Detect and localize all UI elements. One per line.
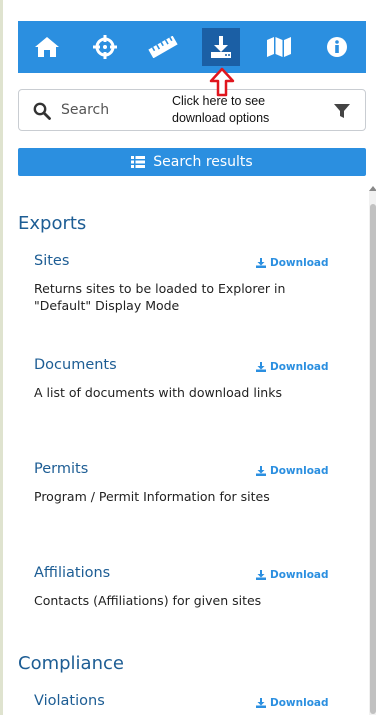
export-title-documents: Documents (34, 357, 117, 373)
download-callout: Click here to see download options (172, 93, 269, 127)
search-results-label: Search results (153, 154, 253, 170)
list-icon (131, 156, 146, 168)
measure-button[interactable] (134, 21, 192, 73)
export-title-affiliations: Affiliations (34, 565, 111, 581)
map-icon (267, 37, 291, 57)
map-edge (0, 0, 3, 715)
download-link-affiliations[interactable]: Download (256, 569, 329, 581)
search-results-button[interactable]: Search results (18, 148, 366, 176)
export-desc-permits: Program / Permit Information for sites (34, 489, 270, 504)
download-icon (256, 466, 266, 476)
ruler-icon (148, 36, 178, 58)
download-label: Download (270, 465, 329, 477)
download-link-violations[interactable]: Download (256, 697, 329, 709)
info-icon (327, 37, 347, 57)
download-icon (256, 258, 266, 268)
download-label: Download (270, 257, 329, 269)
export-desc-affiliations: Contacts (Affiliations) for given sites (34, 593, 262, 608)
download-label: Download (270, 361, 329, 373)
download-icon (211, 36, 231, 58)
download-icon (256, 570, 266, 580)
download-label: Download (270, 697, 329, 709)
basemap-button[interactable] (250, 21, 308, 73)
info-button[interactable] (308, 21, 366, 73)
download-link-permits[interactable]: Download (256, 465, 329, 477)
locate-button[interactable] (76, 21, 134, 73)
compliance-heading: Compliance (18, 653, 124, 674)
export-title-sites: Sites (34, 253, 70, 269)
search-input[interactable]: Search (61, 102, 109, 118)
download-icon (256, 362, 266, 372)
callout-line-1: Click here to see (172, 94, 266, 108)
download-link-sites[interactable]: Download (256, 257, 329, 269)
download-icon (256, 698, 266, 708)
compliance-title-violations: Violations (34, 693, 105, 709)
home-button[interactable] (18, 21, 76, 73)
download-link-documents[interactable]: Download (256, 361, 329, 373)
filter-icon[interactable] (333, 102, 351, 120)
crosshair-icon (93, 35, 117, 59)
scrollbar-thumb[interactable] (370, 204, 376, 714)
export-title-permits: Permits (34, 461, 89, 477)
side-panel: Search Click here to see download option… (0, 0, 376, 715)
export-desc-documents: A list of documents with download links (34, 385, 282, 400)
search-icon (33, 102, 51, 120)
scroll-up-arrow-icon[interactable] (369, 186, 376, 191)
download-button[interactable] (202, 28, 240, 66)
home-icon (35, 37, 59, 57)
toolbar (18, 21, 366, 73)
download-label: Download (270, 569, 329, 581)
callout-line-2: download options (172, 111, 270, 125)
exports-heading: Exports (18, 213, 87, 234)
export-desc-sites: Returns sites to be loaded to Explorer i… (34, 281, 286, 313)
